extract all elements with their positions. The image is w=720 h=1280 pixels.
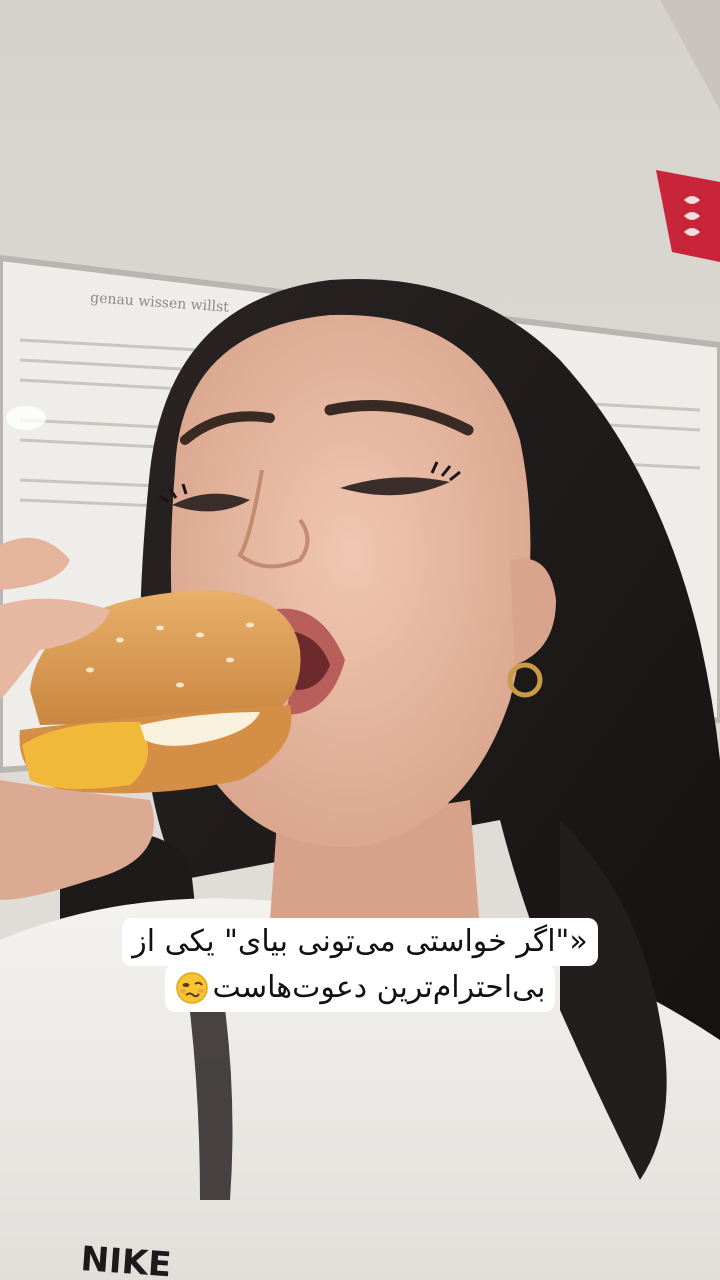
caption-line-2-box: بی‌احترام‌ترین دعوت‌هاست [164,964,556,1012]
scene-illustration: genau wissen willst NIKE [0,0,720,1280]
photo-scene: genau wissen willst NIKE [0,0,720,1280]
woozy-face-icon [175,972,208,1004]
caption-line-1: «"اگر خواستی می‌تونی بیای" یکی از [122,918,598,966]
shirt-logo-text: NIKE [79,1239,172,1280]
caption: «"اگر خواستی می‌تونی بیای" یکی از بی‌احت… [0,918,720,1012]
caption-line-2: بی‌احترام‌ترین دعوت‌هاست [212,970,546,1005]
